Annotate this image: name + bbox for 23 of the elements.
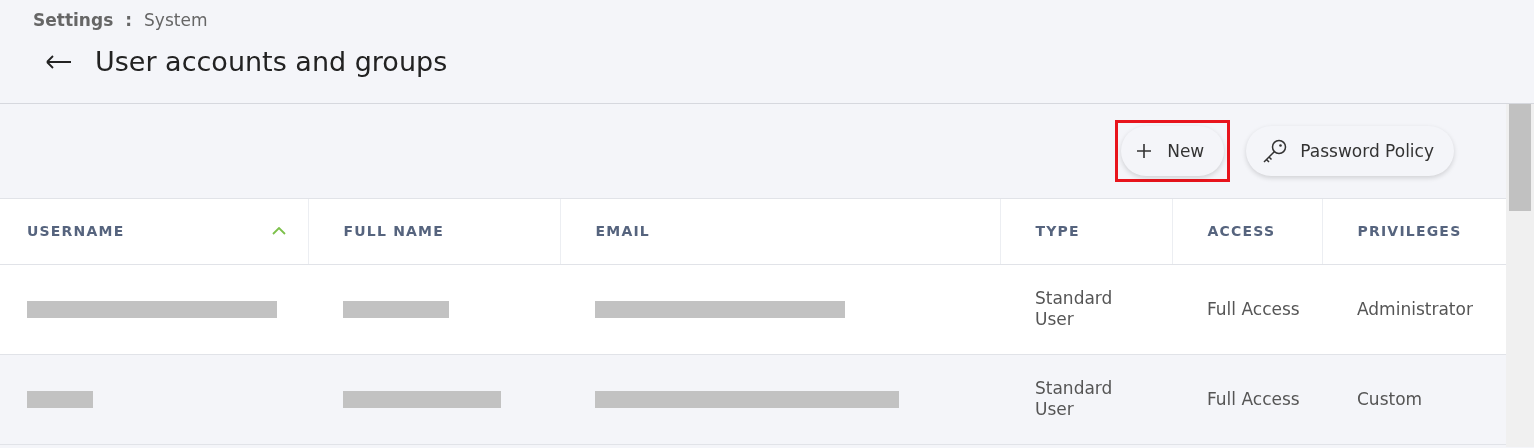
- breadcrumb-separator: :: [125, 10, 133, 30]
- sort-ascending-icon[interactable]: [271, 227, 286, 236]
- table-cell: Administrator: [1357, 298, 1473, 319]
- table-cell-text: Standard User: [1035, 288, 1114, 330]
- new-button[interactable]: New: [1121, 126, 1225, 176]
- table-cell-text: Standard User: [1035, 378, 1114, 420]
- table-cell-text: Full Access: [1207, 388, 1301, 410]
- table-cell: Custom: [1357, 388, 1423, 409]
- column-header[interactable]: PRIVILEGES: [1357, 223, 1506, 240]
- password-policy-button[interactable]: Password Policy: [1246, 126, 1454, 176]
- back-arrow-icon[interactable]: [46, 54, 72, 69]
- key-icon: [1262, 138, 1289, 164]
- column-header[interactable]: FULL NAME: [343, 223, 560, 240]
- page-title: User accounts and groups: [95, 46, 448, 77]
- column-header[interactable]: ACCESS: [1207, 223, 1322, 240]
- breadcrumb-parent[interactable]: Settings: [33, 10, 114, 30]
- column-header[interactable]: USERNAME: [27, 223, 308, 240]
- scrollbar[interactable]: [1506, 104, 1534, 447]
- column-header[interactable]: EMAIL: [595, 223, 1000, 240]
- breadcrumb-current: System: [144, 10, 208, 30]
- table-cell-text: Full Access: [1207, 298, 1301, 320]
- plus-icon: [1137, 144, 1152, 158]
- column-header[interactable]: TYPE: [1035, 223, 1172, 240]
